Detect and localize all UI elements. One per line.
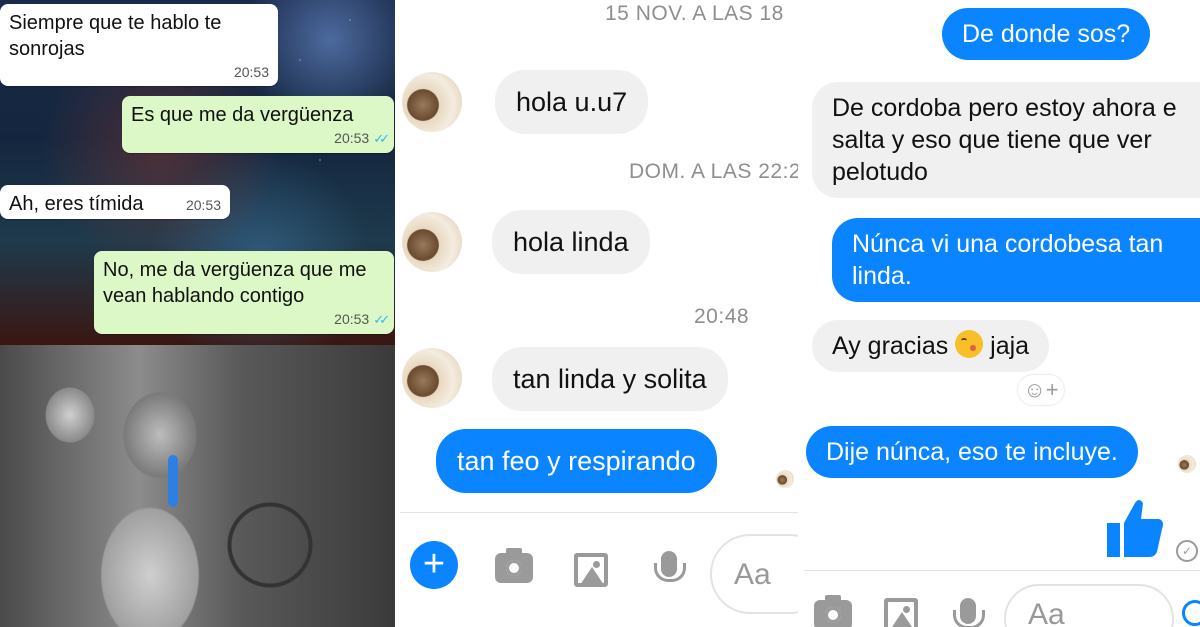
camera-icon[interactable] bbox=[814, 595, 852, 627]
read-ticks-icon: ✓✓ bbox=[373, 312, 390, 327]
whatsapp-screenshot-panel: Siempre que te hablo te sonrojas 20:53 E… bbox=[0, 0, 395, 627]
read-ticks-icon: ✓✓ bbox=[373, 131, 390, 146]
delivered-check-icon: ✓ bbox=[1176, 540, 1198, 562]
composer-divider bbox=[400, 512, 798, 513]
microphone-icon[interactable] bbox=[953, 598, 985, 627]
kissing-emoji-icon bbox=[955, 330, 984, 358]
thumbs-up-icon[interactable] bbox=[1107, 497, 1163, 557]
incoming-message: De cordoba pero estoy ahora e salta y es… bbox=[812, 82, 1200, 198]
message-text: Ah, eres tímida bbox=[9, 193, 144, 215]
add-reaction-button[interactable]: ☺+ bbox=[1018, 375, 1064, 405]
message-text: Siempre que te hablo te sonrojas bbox=[9, 12, 222, 60]
emoji-icon[interactable] bbox=[1182, 600, 1200, 626]
message-input[interactable]: Aa bbox=[1004, 584, 1174, 627]
contact-avatar[interactable] bbox=[402, 212, 462, 272]
incoming-message: hola u.u7 bbox=[495, 70, 649, 134]
gallery-icon[interactable] bbox=[574, 553, 608, 587]
message-time: 20:53 bbox=[233, 64, 269, 80]
message-input[interactable]: Aa bbox=[710, 534, 798, 614]
composer-divider bbox=[804, 570, 1200, 571]
outgoing-message: tan feo y respirando bbox=[436, 429, 717, 493]
microphone-icon[interactable] bbox=[654, 551, 686, 582]
camera-icon[interactable] bbox=[495, 548, 533, 583]
incoming-message: Siempre que te hablo te sonrojas 20:53 bbox=[0, 4, 278, 86]
message-time: 20:53 bbox=[334, 311, 370, 327]
time-separator: 20:48 bbox=[694, 305, 750, 328]
message-text: Es que me da vergüenza bbox=[131, 104, 354, 126]
date-separator: 15 NOV. A LAS 18 bbox=[605, 2, 784, 25]
message-text: No, me da vergüenza que me vean hablando… bbox=[103, 259, 367, 307]
message-time: 20:53 bbox=[334, 130, 370, 146]
seen-avatar bbox=[776, 470, 794, 488]
message-text: jaja bbox=[990, 332, 1030, 360]
incoming-message: Ah, eres tímida 20:53 bbox=[0, 185, 230, 219]
contact-avatar[interactable] bbox=[402, 348, 462, 408]
gallery-icon[interactable] bbox=[884, 598, 918, 627]
seen-avatar bbox=[1178, 455, 1196, 473]
outgoing-message: Dije núnca, eso te incluye. bbox=[806, 426, 1138, 478]
date-separator: DOM. A LAS 22:2 bbox=[629, 160, 798, 183]
outgoing-message: Núnca vi una cordobesa tan linda. bbox=[832, 218, 1200, 302]
outgoing-message: No, me da vergüenza que me vean hablando… bbox=[94, 251, 394, 334]
outgoing-message: Es que me da vergüenza 20:53 ✓✓ bbox=[122, 96, 394, 153]
tear-drop bbox=[168, 455, 178, 507]
messenger-screenshot-panel-2: De donde sos? De cordoba pero estoy ahor… bbox=[804, 0, 1200, 627]
incoming-message: Ay gracias jaja bbox=[812, 320, 1050, 372]
messenger-screenshot-panel-1: 15 NOV. A LAS 18 hola u.u7 DOM. A LAS 22… bbox=[400, 0, 798, 627]
incoming-message: hola linda bbox=[492, 210, 650, 274]
outgoing-message: De donde sos? bbox=[942, 8, 1151, 60]
add-button[interactable]: + bbox=[410, 541, 458, 589]
incoming-message: tan linda y solita bbox=[492, 347, 728, 411]
message-text: Ay gracias bbox=[832, 332, 949, 360]
contact-avatar[interactable] bbox=[402, 72, 462, 132]
meme-photo bbox=[0, 345, 395, 627]
